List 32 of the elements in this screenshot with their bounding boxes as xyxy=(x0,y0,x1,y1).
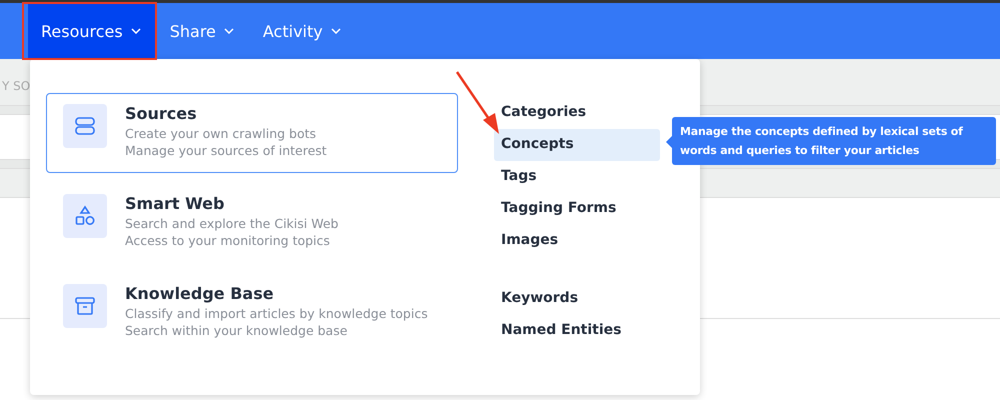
menu-link[interactable]: Categories xyxy=(494,97,660,129)
card-title: Knowledge Base xyxy=(125,284,275,303)
menu-card[interactable]: Sources Create your own crawling bots Manage your sources of interest xyxy=(46,93,458,173)
menu-link[interactable]: Tags xyxy=(494,161,660,193)
card-title: Sources xyxy=(125,104,198,123)
card-title: Smart Web xyxy=(125,194,226,213)
chevron-icon xyxy=(130,28,141,34)
server-icon xyxy=(74,116,96,136)
tooltip: Manage the concepts defined by lexical sets of words and queries to filter your articles xyxy=(672,117,996,165)
chevron-icon xyxy=(330,28,341,34)
menu-link[interactable]: Named Entities xyxy=(494,315,660,347)
card-description: Access to your monitoring topics xyxy=(125,232,331,249)
card-description: Search and explore the Cikisi Web xyxy=(125,215,338,232)
card-description: Classify and import articles by knowledge topics xyxy=(125,305,428,322)
shapes-icon xyxy=(74,205,96,227)
card-description: Create your own crawling bots xyxy=(125,125,318,142)
menu-link[interactable]: Concepts xyxy=(494,129,660,161)
menu-link[interactable]: Keywords xyxy=(494,283,660,315)
annotation-arrow xyxy=(455,70,501,136)
column-header: Y SO xyxy=(2,78,32,93)
menu-link[interactable]: Images xyxy=(494,225,660,257)
menu-link[interactable]: Tagging Forms xyxy=(494,193,660,225)
nav-menu-button[interactable]: Resources xyxy=(28,3,157,59)
menu-card[interactable]: Knowledge Base Classify and import articles by knowledge topics Search within your knowledge base xyxy=(46,273,458,353)
tooltip-pointer-icon xyxy=(666,136,672,148)
archive-icon xyxy=(74,295,96,317)
menu-card[interactable]: Smart Web Search and explore the Cikisi Web Access to your monitoring topics xyxy=(46,183,458,263)
nav-menu-button[interactable]: Share xyxy=(156,3,250,59)
nav-menu-button[interactable]: Activity xyxy=(250,3,357,59)
card-description: Search within your knowledge base xyxy=(125,322,348,339)
chevron-icon xyxy=(224,28,234,34)
card-description: Manage your sources of interest xyxy=(125,142,327,159)
